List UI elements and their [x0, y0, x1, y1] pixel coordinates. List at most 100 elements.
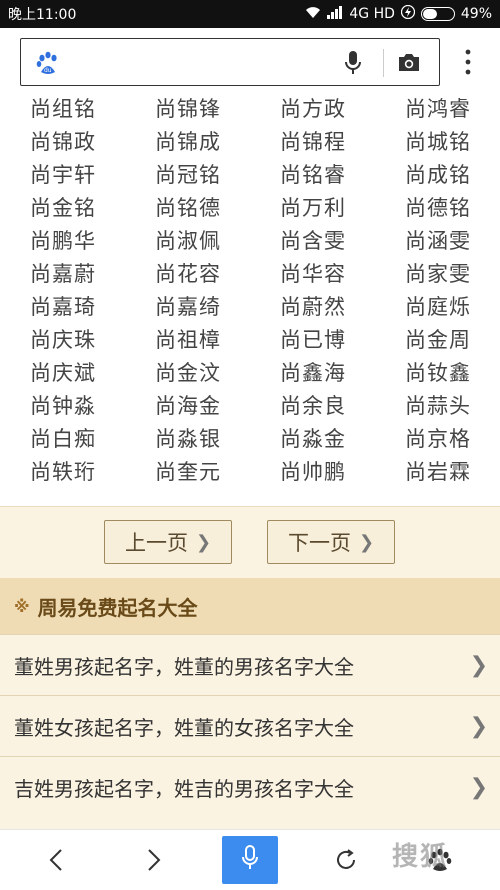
name-item[interactable]: 尚淑佩 [155, 226, 221, 256]
name-item[interactable]: 尚锦程 [280, 127, 346, 157]
chevron-right-icon: ❯ [469, 775, 488, 800]
name-item[interactable]: 尚铭德 [155, 193, 221, 223]
wifi-icon [305, 6, 321, 23]
browser-toolbar: du [0, 28, 500, 94]
battery-percent: 49% [460, 6, 492, 22]
name-item[interactable]: 尚铭睿 [280, 160, 346, 190]
svg-text:du: du [44, 67, 52, 74]
name-item[interactable]: 尚金铭 [30, 193, 96, 223]
signal-icon [327, 5, 343, 23]
list-item-label: 吉姓男孩起名字，姓吉的男孩名字大全 [14, 776, 354, 801]
charging-icon [400, 4, 416, 23]
status-bar: 晚上11:00 4G HD 49% [0, 0, 500, 28]
name-item[interactable]: 尚万利 [280, 193, 346, 223]
name-item[interactable]: 尚方政 [280, 94, 346, 124]
list-bottom [0, 817, 500, 829]
name-item[interactable]: 尚组铭 [30, 94, 96, 124]
name-item[interactable]: 尚钕鑫 [405, 358, 471, 388]
name-item[interactable]: 尚蔚然 [280, 292, 346, 322]
name-item[interactable]: 尚庭烁 [405, 292, 471, 322]
next-page-label: 下一页 [287, 531, 351, 555]
name-item[interactable]: 尚鹏华 [30, 226, 96, 256]
name-item[interactable]: 尚岩霖 [405, 457, 471, 487]
name-item[interactable]: 尚白痴 [30, 424, 96, 454]
name-item[interactable]: 尚鸿睿 [405, 94, 471, 124]
name-item[interactable]: 尚海金 [155, 391, 221, 421]
name-item[interactable]: 尚庆珠 [30, 325, 96, 355]
name-item[interactable]: 尚含雯 [280, 226, 346, 256]
list-item[interactable]: 吉姓男孩起名字，姓吉的男孩名字大全 ❯ [0, 756, 500, 817]
name-item[interactable]: 尚鑫海 [280, 358, 346, 388]
name-item[interactable]: 尚轶珩 [30, 457, 96, 487]
name-item[interactable]: 尚钟淼 [30, 391, 96, 421]
list-item[interactable]: 董姓女孩起名字，姓董的女孩名字大全 ❯ [0, 695, 500, 756]
names-row: 尚金铭 尚铭德 尚万利 尚德铭 [0, 193, 500, 226]
prev-page-label: 上一页 [124, 531, 188, 555]
name-item[interactable]: 尚淼银 [155, 424, 221, 454]
name-item[interactable]: 尚锦锋 [155, 94, 221, 124]
watermark: 搜狐 [392, 842, 449, 872]
name-item[interactable]: 尚祖樟 [155, 325, 221, 355]
name-item[interactable]: 尚德铭 [405, 193, 471, 223]
chevron-right-icon: ❯ [358, 531, 375, 553]
names-row: 尚锦政 尚锦成 尚锦程 尚城铭 [0, 127, 500, 160]
search-input[interactable] [71, 47, 335, 79]
name-item[interactable]: 尚成铭 [405, 160, 471, 190]
name-item[interactable]: 尚冠铭 [155, 160, 221, 190]
list-item-label: 董姓男孩起名字，姓董的男孩名字大全 [14, 654, 354, 679]
camera-icon[interactable] [397, 51, 421, 77]
chevron-right-icon: ❯ [469, 653, 488, 678]
name-item[interactable]: 尚庆斌 [30, 358, 96, 388]
names-row: 尚嘉蔚 尚花容 尚华容 尚家雯 [0, 259, 500, 292]
names-row: 尚庆斌 尚金汶 尚鑫海 尚钕鑫 [0, 358, 500, 391]
forward-icon[interactable] [134, 830, 174, 890]
section-header: ※ 周易免费起名大全 [0, 578, 500, 634]
name-item[interactable]: 尚城铭 [405, 127, 471, 157]
divider [383, 49, 384, 77]
name-item[interactable]: 尚蒜头 [405, 391, 471, 421]
search-box[interactable]: du [20, 38, 440, 86]
baidu-paw-logo[interactable]: du [35, 50, 61, 80]
names-row: 尚白痴 尚淼银 尚淼金 尚京格 [0, 424, 500, 457]
voice-icon [241, 845, 259, 875]
name-item[interactable]: 尚锦政 [30, 127, 96, 157]
prev-page-button[interactable]: 上一页 ❯ [104, 520, 232, 564]
back-icon[interactable] [36, 830, 76, 890]
name-item[interactable]: 尚嘉琦 [30, 292, 96, 322]
voice-search-button[interactable] [222, 836, 278, 884]
name-item[interactable]: 尚花容 [155, 259, 221, 289]
name-item[interactable]: 尚涵雯 [405, 226, 471, 256]
name-item[interactable]: 尚余良 [280, 391, 346, 421]
name-item[interactable]: 尚锦成 [155, 127, 221, 157]
list-item-label: 董姓女孩起名字，姓董的女孩名字大全 [14, 715, 354, 740]
names-row: 尚钟淼 尚海金 尚余良 尚蒜头 [0, 391, 500, 424]
next-page-button[interactable]: 下一页 ❯ [267, 520, 395, 564]
refresh-icon[interactable] [326, 830, 366, 890]
pagination: 上一页 ❯ 下一页 ❯ [0, 506, 500, 579]
name-item[interactable]: 尚京格 [405, 424, 471, 454]
names-row: 尚嘉琦 尚嘉绮 尚蔚然 尚庭烁 [0, 292, 500, 325]
battery-icon [420, 7, 455, 21]
name-item[interactable]: 尚家雯 [405, 259, 471, 289]
name-item[interactable]: 尚金周 [405, 325, 471, 355]
chevron-right-icon: ❯ [469, 714, 488, 739]
asterisk-icon: ※ [14, 596, 30, 616]
name-item[interactable]: 尚帅鹏 [280, 457, 346, 487]
chevron-right-icon: ❯ [195, 531, 212, 553]
names-row: 尚宇轩 尚冠铭 尚铭睿 尚成铭 [0, 160, 500, 193]
name-item[interactable]: 尚奎元 [155, 457, 221, 487]
status-time: 晚上11:00 [8, 7, 77, 23]
name-item[interactable]: 尚嘉绮 [155, 292, 221, 322]
list-item[interactable]: 董姓男孩起名字，姓董的男孩名字大全 ❯ [0, 634, 500, 695]
name-item[interactable]: 尚金汶 [155, 358, 221, 388]
names-row: 尚鹏华 尚淑佩 尚含雯 尚涵雯 [0, 226, 500, 259]
microphone-icon[interactable] [343, 50, 363, 80]
name-item[interactable]: 尚华容 [280, 259, 346, 289]
name-item[interactable]: 尚淼金 [280, 424, 346, 454]
name-item[interactable]: 尚嘉蔚 [30, 259, 96, 289]
name-item[interactable]: 尚已博 [280, 325, 346, 355]
more-vertical-icon[interactable] [458, 46, 478, 78]
network-type: 4G HD [349, 6, 395, 22]
names-row: 尚轶珩 尚奎元 尚帅鹏 尚岩霖 [0, 457, 500, 490]
name-item[interactable]: 尚宇轩 [30, 160, 96, 190]
